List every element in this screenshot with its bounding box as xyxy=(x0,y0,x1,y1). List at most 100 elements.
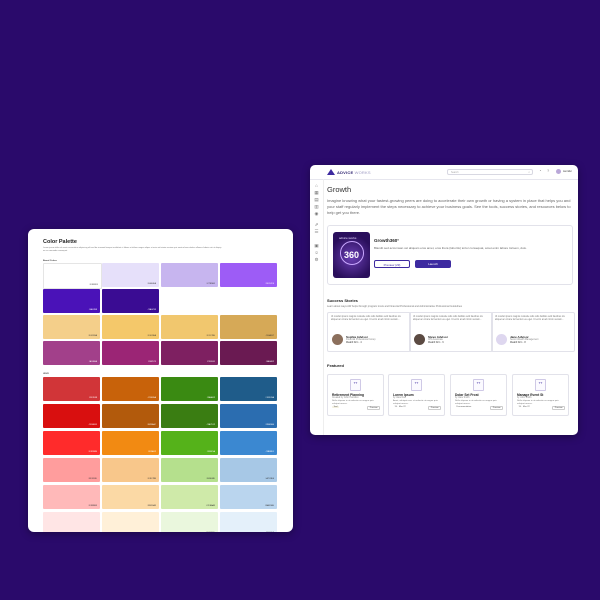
app-window: ADVICE WORKS Search ⌕ ◔ ? Jennifer ⌂ ▦ ▤… xyxy=(310,165,578,435)
featured-tag: 15 · Mar 22 xyxy=(394,406,406,408)
document-icon: TT xyxy=(535,379,546,391)
swatch-hex-label: #F4C86A xyxy=(147,335,156,337)
story-quote: Ut conduit ipsum magnis molestie odio od… xyxy=(495,316,565,322)
ui-color-swatch: #3A8A12 xyxy=(161,377,218,401)
swatch-hex-label: #3B88D1 xyxy=(265,451,274,453)
preview-button[interactable]: Preview xyxy=(367,406,380,410)
ui-color-swatch: #2B6DB0 xyxy=(220,404,277,428)
swatch-hex-label: #2B6DB0 xyxy=(265,424,274,426)
avatar xyxy=(414,334,425,345)
avatar xyxy=(496,334,507,345)
badge-number: 360 xyxy=(344,250,360,260)
story-company: Wealth Firm · 4 xyxy=(346,342,362,344)
swatch-hex-label: #FFB9B9 xyxy=(88,505,97,507)
brand-colors-heading: Brand Colors xyxy=(43,260,57,262)
help-icon[interactable]: ? xyxy=(547,169,549,173)
featured-card[interactable]: TT Retirement Planning Created by John H… xyxy=(327,374,384,416)
document-icon[interactable]: ▤ xyxy=(314,197,320,202)
user-menu[interactable]: Jennifer xyxy=(563,170,572,173)
ui-color-swatch: #BAD5EE xyxy=(220,485,277,509)
swatch-hex-label: #A2408A xyxy=(88,361,97,363)
page-description: Imagine knowing what your fastest-growin… xyxy=(327,198,571,215)
badge-caption: advice works xyxy=(339,236,357,240)
swatch-hex-label: #D90F0F xyxy=(88,424,97,426)
ui-colors-heading: UI/UX xyxy=(43,373,49,375)
page-title: Growth xyxy=(327,185,352,194)
story-card[interactable]: Ut conduit ipsum magnis molestie odio od… xyxy=(327,312,411,352)
grid-icon[interactable]: ▦ xyxy=(314,190,320,195)
settings-icon[interactable]: ⚙ xyxy=(314,257,320,262)
success-stories-subtitle: Learn about ways AW helps through progra… xyxy=(327,305,462,308)
top-bar: ADVICE WORKS Search ⌕ ◔ ? Jennifer xyxy=(310,165,578,180)
swatch-hex-label: #B25A0C xyxy=(147,424,156,426)
brand-color-swatch: #F4CF8A xyxy=(43,315,100,339)
featured-author: by Jane Doe xyxy=(393,397,406,399)
featured-author: Created by John Hamilton xyxy=(332,397,359,399)
story-card[interactable]: Ut conduit ipsum magnis molestie odio od… xyxy=(491,312,575,352)
story-card[interactable]: Ut conduit ipsum magnis molestie odio od… xyxy=(409,312,493,352)
bell-icon[interactable]: ◔ xyxy=(539,169,541,173)
brand-color-swatch: #7E2061 xyxy=(161,341,218,365)
growth360-badge: advice works 360 xyxy=(333,232,370,278)
ui-color-swatch: #F28A12 xyxy=(102,431,159,455)
featured-card[interactable]: TT Manage Event St by John Smith Nulla a… xyxy=(512,374,569,416)
story-quote: Ut conduit ipsum magnis molestie odio od… xyxy=(413,316,483,322)
story-company: Wealth Firm · 8 xyxy=(510,342,526,344)
user-avatar[interactable] xyxy=(556,169,561,174)
search-icon: ⌕ xyxy=(528,169,530,174)
color-palette-card: Color Palette Lorem ipsum dolor sit amet… xyxy=(28,229,293,532)
brand-color-swatch: #A2408A xyxy=(43,341,100,365)
brand-logo[interactable]: ADVICE WORKS xyxy=(337,170,371,175)
growth-icon[interactable]: ⇗ xyxy=(314,222,320,227)
success-stories-heading: Success Stories xyxy=(327,298,358,303)
ui-color-swatch: #B25A0C xyxy=(102,404,159,428)
feature-title: Growth360° xyxy=(374,238,400,243)
preview-button[interactable]: Preview xyxy=(428,406,441,410)
ui-color-swatch: #FF9D9D xyxy=(43,458,100,482)
logo-icon xyxy=(327,169,335,175)
featured-tag: Documentation xyxy=(456,406,472,408)
swatch-hex-label: #1F5C8A xyxy=(265,397,274,399)
preview-button[interactable]: Preview xyxy=(552,406,565,410)
swatch-hex-label: #FF9D9D xyxy=(88,478,97,480)
swatch-hex-label: #6A1A52 xyxy=(265,361,274,363)
preview-button[interactable]: Preview xyxy=(490,406,503,410)
swatch-hex-label: #D13538 xyxy=(88,397,97,399)
list-icon[interactable]: ☰ xyxy=(314,229,320,234)
calendar-icon[interactable]: ▣ xyxy=(314,243,320,248)
swatch-hex-label: #7E2061 xyxy=(206,361,215,363)
launch-button[interactable]: Launch xyxy=(415,260,451,268)
search-input[interactable]: Search ⌕ xyxy=(447,168,533,175)
palette-title: Color Palette xyxy=(43,239,77,245)
ui-color-swatch: #FFF0D8 xyxy=(102,512,159,532)
ui-color-swatch: #D90F0F xyxy=(43,404,100,428)
featured-card[interactable]: TT Lorem Ipsum by Jane Doe Amet, volutpa… xyxy=(388,374,445,416)
ui-color-swatch: #EAF7DD xyxy=(161,512,218,532)
swatch-hex-label: #9D5CF6 xyxy=(265,283,274,285)
story-quote: Ut conduit ipsum magnis molestie odio od… xyxy=(331,316,401,322)
preview-button[interactable]: Preview (29) xyxy=(374,260,410,268)
palette-description: Lorem ipsum dolor sit amet consectetur a… xyxy=(43,247,222,252)
sidebar: ⌂ ▦ ▤ ▥ ◉ ⇗ ☰ ▣ ☺ ⚙ xyxy=(310,179,324,435)
user-icon[interactable]: ◉ xyxy=(314,211,320,216)
brand-color-swatch: #F4C86A xyxy=(102,315,159,339)
ui-color-swatch: #B5E08D xyxy=(161,458,218,482)
chart-icon[interactable]: ▥ xyxy=(314,204,320,209)
ui-color-swatch: #A7C8E6 xyxy=(220,458,277,482)
story-role: Senior Wealth Management xyxy=(510,339,539,341)
home-icon[interactable]: ⌂ xyxy=(314,183,320,188)
swatch-hex-label: #FBD9A5 xyxy=(147,505,156,507)
swatch-hex-label: #FF2B2B xyxy=(88,451,97,453)
featured-card[interactable]: TT Dolar Set Frost by Jane Smith Nulla a… xyxy=(450,374,507,416)
story-role: CPA Associate xyxy=(428,339,443,341)
people-icon[interactable]: ☺ xyxy=(314,250,320,255)
growth360-feature-card: advice works 360 Growth360° Blandit sed … xyxy=(327,225,573,285)
brand-color-swatch: #6A1A52 xyxy=(220,341,277,365)
featured-author: by John Smith xyxy=(517,397,532,399)
brand-color-swatch: #3A0C93 xyxy=(102,289,159,313)
ui-color-swatch: #FBD9A5 xyxy=(102,485,159,509)
document-icon: TT xyxy=(350,379,361,391)
story-role: Financial Professional Group xyxy=(346,339,376,341)
swatch-hex-label: #D6A957 xyxy=(265,335,274,337)
brand-color-swatch: #F1C76E xyxy=(161,315,218,339)
